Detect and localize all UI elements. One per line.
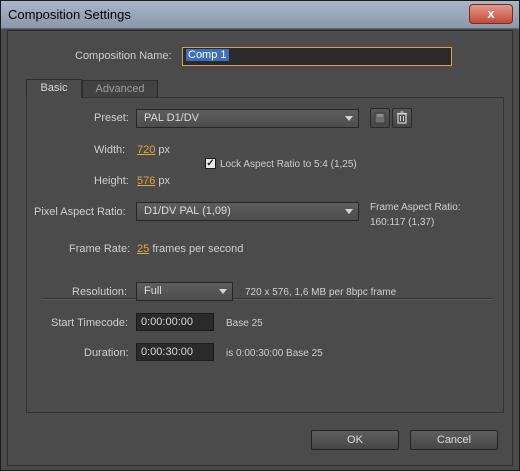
- dropdown-arrow-icon: [219, 289, 227, 294]
- start-timecode-value: 0:00:00:00: [141, 316, 193, 328]
- comp-name-value: Comp 1: [186, 49, 229, 61]
- start-timecode-label: Start Timecode:: [51, 317, 129, 329]
- height-field[interactable]: 576 px: [137, 175, 170, 187]
- checkmark-icon: ✓: [206, 158, 215, 169]
- ok-button-label: OK: [347, 434, 363, 446]
- frame-rate-value: 25: [137, 243, 150, 255]
- section-divider: [42, 298, 492, 300]
- pixel-aspect-dropdown[interactable]: D1/DV PAL (1,09): [136, 202, 359, 221]
- frame-aspect-value: 160:117 (1,37): [370, 217, 435, 228]
- width-unit: px: [158, 144, 171, 156]
- comp-name-input[interactable]: Comp 1: [182, 47, 452, 66]
- save-preset-icon: [374, 112, 386, 124]
- duration-info: is 0:00:30:00 Base 25: [226, 348, 323, 359]
- resolution-info: 720 x 576, 1,6 MB per 8bpc frame: [245, 287, 397, 298]
- width-value: 720: [137, 144, 156, 156]
- tab-advanced-label: Advanced: [95, 83, 145, 95]
- title-bar[interactable]: Composition Settings x: [1, 1, 519, 29]
- ok-button[interactable]: OK: [311, 430, 399, 450]
- trash-icon: [397, 111, 407, 124]
- close-button[interactable]: x: [469, 4, 513, 24]
- duration-input[interactable]: 0:00:30:00: [136, 343, 214, 361]
- preset-dropdown[interactable]: PAL D1/DV: [136, 109, 359, 128]
- comp-name-label: Composition Name:: [75, 50, 172, 62]
- frame-rate-field[interactable]: 25 frames per second: [137, 243, 243, 255]
- cancel-button[interactable]: Cancel: [410, 430, 498, 450]
- resolution-value: Full: [144, 285, 162, 297]
- lock-aspect-label: Lock Aspect Ratio to 5:4 (1,25): [220, 159, 357, 170]
- duration-value: 0:00:30:00: [141, 346, 193, 358]
- preset-label: Preset:: [94, 112, 129, 124]
- height-label: Height:: [94, 175, 129, 187]
- save-preset-button[interactable]: [370, 108, 390, 128]
- dialog-content: Composition Name: Comp 1 Basic Advanced …: [7, 30, 513, 466]
- start-timecode-base: Base 25: [226, 318, 263, 329]
- height-value: 576: [137, 175, 156, 187]
- pixel-aspect-label: Pixel Aspect Ratio:: [34, 206, 126, 218]
- lock-aspect-checkbox[interactable]: ✓: [205, 158, 216, 169]
- frame-rate-unit: frames per second: [152, 243, 244, 255]
- frame-rate-label: Frame Rate:: [69, 243, 131, 255]
- start-timecode-input[interactable]: 0:00:00:00: [136, 313, 214, 331]
- dropdown-arrow-icon: [345, 116, 353, 121]
- width-label: Width:: [94, 144, 126, 156]
- duration-label: Duration:: [84, 347, 129, 359]
- window-title: Composition Settings: [8, 7, 131, 22]
- height-unit: px: [158, 175, 171, 187]
- tab-basic-label: Basic: [40, 82, 68, 94]
- close-icon: x: [487, 6, 495, 21]
- width-field[interactable]: 720 px: [137, 144, 170, 156]
- dropdown-arrow-icon: [345, 209, 353, 214]
- frame-aspect-label: Frame Aspect Ratio:: [370, 202, 461, 213]
- cancel-button-label: Cancel: [436, 434, 472, 446]
- pixel-aspect-value: D1/DV PAL (1,09): [144, 205, 231, 217]
- composition-settings-dialog: Composition Settings x Composition Name:…: [0, 0, 520, 471]
- resolution-dropdown[interactable]: Full: [136, 282, 233, 301]
- resolution-label: Resolution:: [72, 286, 128, 298]
- tab-advanced[interactable]: Advanced: [82, 80, 158, 98]
- tab-basic[interactable]: Basic: [26, 79, 82, 98]
- delete-preset-button[interactable]: [392, 108, 412, 128]
- preset-value: PAL D1/DV: [144, 112, 200, 124]
